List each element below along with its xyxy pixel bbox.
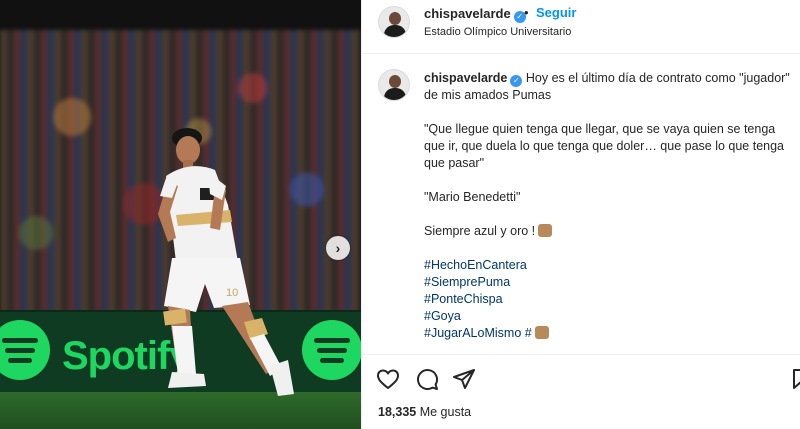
football-player: 10 [158,128,294,396]
follow-button[interactable]: Seguir [536,5,576,20]
caption-quote-author: "Mario Benedetti" [424,190,521,204]
caption-section: chispavelarde ✓ Hoy es el último día de c… [362,55,800,353]
avatar[interactable] [378,69,410,101]
jersey-number: 10 [226,287,238,299]
next-arrow-icon: › [335,240,341,256]
post-details-panel: chispavelarde ✓ • Seguir Estadio Olímpico… [361,0,800,429]
hashtag-list: #HechoEnCantera #SiemprePuma #PonteChisp… [424,257,799,342]
bookmark-icon[interactable] [790,367,800,391]
heart-icon[interactable] [376,367,400,391]
location-link[interactable]: Estadio Olímpico Universitario [424,26,571,38]
share-icon[interactable] [452,367,476,391]
hashtag-link[interactable]: #HechoEnCantera [424,257,799,274]
hashtag-link[interactable]: #PonteChispa [424,291,799,308]
hashtag-link[interactable]: #JugarALoMismo # [424,325,799,342]
hashtag-link[interactable]: #SiemprePuma [424,274,799,291]
person-emoji-icon [534,326,549,339]
post-header: chispavelarde ✓ • Seguir Estadio Olímpico… [362,0,800,54]
avatar[interactable] [378,6,410,38]
separator-dot: • [524,5,529,20]
caption-closing: Siempre azul y oro ! [424,224,536,238]
caption-quote: "Que llegue quien tenga que llegar, que … [424,122,785,170]
likes-count[interactable]: 18,335 Me gusta [378,405,471,419]
post-actions-bar [362,354,800,399]
username-link[interactable]: chispavelarde ✓ [424,6,526,23]
praying-hands-emoji-icon [538,224,553,237]
verified-icon: ✓ [510,75,523,87]
likes-label: Me gusta [419,405,472,419]
comment-icon[interactable] [415,367,439,391]
next-photo-button[interactable]: › [326,236,350,260]
likes-number[interactable]: 18,335 [378,405,416,419]
caption-username[interactable]: chispavelarde [424,71,507,85]
post-photo[interactable]: Spotify 10 › [0,0,361,429]
hashtag-link[interactable]: #Goya [424,308,799,325]
caption-text: chispavelarde ✓ Hoy es el último día de c… [424,70,799,342]
username-text[interactable]: chispavelarde [424,6,511,21]
